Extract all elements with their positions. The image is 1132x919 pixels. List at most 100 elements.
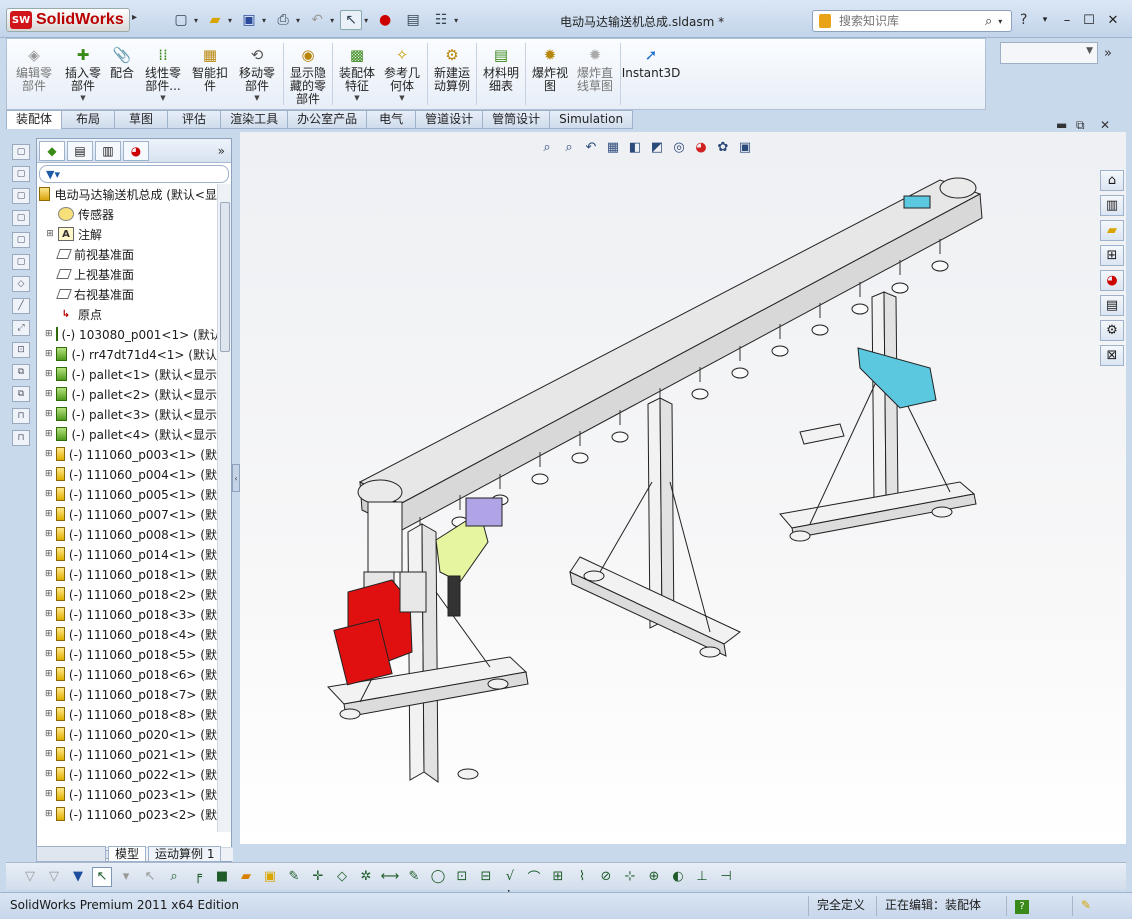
tree-item[interactable]: ⊞ (-) 111060_p004<1> (默	[37, 464, 217, 484]
expand-toggle-icon[interactable]: ⊞	[45, 469, 53, 479]
help-dropdown-icon[interactable]: ▾	[1036, 11, 1054, 29]
rebuild-traffic-light-icon[interactable]: ●	[374, 10, 396, 30]
filter-notes-icon[interactable]: ✎	[404, 867, 424, 887]
new-document-icon[interactable]: ▢	[170, 10, 192, 30]
configuration-manager-tab-icon[interactable]: ▥	[95, 140, 121, 161]
chevron-down-icon[interactable]: ▾	[296, 16, 300, 25]
chevron-down-icon[interactable]: ▼	[399, 92, 404, 105]
filter-dimensions-icon[interactable]: ⟷	[380, 867, 400, 887]
show-hidden-components-button[interactable]: ◉ 显示隐藏的零部件	[286, 39, 330, 109]
zoom-area-icon[interactable]: ⌕	[560, 138, 578, 156]
tab-model[interactable]: 模型	[108, 846, 147, 862]
tab-motion-study[interactable]: 运动算例 1	[148, 846, 222, 862]
tree-item[interactable]: ⊞ (-) 111060_p018<5> (默	[37, 644, 217, 664]
sketch-line-icon[interactable]: ╱	[12, 298, 30, 314]
tab-electrical[interactable]: 电气	[367, 110, 417, 129]
expand-toggle-icon[interactable]: ⊞	[45, 229, 55, 239]
mate-tool-icon[interactable]: ⊡	[12, 342, 30, 358]
tree-vertical-scrollbar[interactable]	[217, 184, 231, 832]
filter-axes-icon[interactable]: ✛	[308, 867, 328, 887]
expand-toggle-icon[interactable]: ⊞	[45, 669, 53, 679]
panel-splitter-icon[interactable]: ‹	[232, 464, 240, 492]
select-pointer-icon[interactable]: ↖	[340, 10, 363, 30]
search-input[interactable]	[839, 14, 979, 28]
copy-tool-icon[interactable]: ⧉	[12, 364, 30, 380]
scroll-thumb[interactable]	[220, 202, 230, 352]
expand-toggle-icon[interactable]: ⊞	[45, 789, 53, 799]
help-status-icon[interactable]: ?	[1006, 896, 1029, 916]
search-icon[interactable]: ⌕	[985, 14, 992, 29]
tab-nav-arrows[interactable]	[36, 846, 106, 862]
view-top-icon[interactable]: ▢	[12, 232, 30, 248]
tree-item[interactable]: ⊞ (-) 103080_p001<1> (默认	[37, 324, 217, 344]
chevron-down-icon[interactable]: ▾	[330, 16, 334, 25]
filter-vertices-icon[interactable]: ⌕	[164, 867, 184, 887]
tree-item[interactable]: ⊞ (-) 111060_p018<6> (默	[37, 664, 217, 684]
expand-toggle-icon[interactable]: ⊞	[45, 449, 53, 459]
tab-office-products[interactable]: 办公室产品	[288, 110, 368, 129]
file-properties-icon[interactable]: ▤	[402, 10, 424, 30]
solidworks-logo-menu[interactable]: SW SolidWorks	[6, 8, 130, 32]
explode-line-sketch-button[interactable]: ✹ 爆炸直线草图	[572, 39, 618, 109]
tab-sketch[interactable]: 草图	[115, 110, 169, 129]
expand-toggle-icon[interactable]: ⊞	[45, 709, 53, 719]
apply-scene-icon[interactable]: ✿	[714, 138, 732, 156]
filter-parts-icon[interactable]: ▰	[236, 867, 256, 887]
property-manager-tab-icon[interactable]: ▤	[67, 140, 93, 161]
tree-item[interactable]: ⊞ (-) 111060_p020<1> (默	[37, 724, 217, 744]
display-manager-tab-icon[interactable]: ◕	[123, 140, 149, 161]
tree-item[interactable]: ⊞ (-) pallet<4> (默认<显示	[37, 424, 217, 444]
filter-weld-icon[interactable]: ⌒	[524, 867, 544, 887]
panel-overflow-icon[interactable]: »	[218, 144, 225, 158]
view-settings-icon[interactable]: ▣	[736, 138, 754, 156]
minimize-icon[interactable]: –	[1058, 11, 1076, 29]
filter-clear-icon[interactable]: ▽	[44, 867, 64, 887]
toolbar-overflow-icon[interactable]: »	[1104, 46, 1112, 61]
expand-toggle-icon[interactable]: ⊞	[45, 409, 53, 419]
step-tool-icon[interactable]: ⊓	[12, 430, 30, 446]
select-other-icon[interactable]: ↖	[140, 867, 160, 887]
tree-item[interactable]: ⊞ (-) 111060_p003<1> (默	[37, 444, 217, 464]
chevron-down-icon[interactable]: ▾	[998, 17, 1002, 26]
view-bottom-icon[interactable]: ▢	[12, 254, 30, 270]
filter-center-mark-icon[interactable]: ⊕	[644, 867, 664, 887]
filter-toggle-icon[interactable]: ▽	[20, 867, 40, 887]
chevron-down-icon[interactable]: ▾	[364, 16, 368, 25]
feature-tree-tab-icon[interactable]: ◆	[39, 140, 65, 161]
expand-toggle-icon[interactable]: ⊞	[45, 489, 53, 499]
tree-item[interactable]: ⊞ (-) 111060_p018<8> (默	[37, 704, 217, 724]
zoom-to-fit-icon[interactable]: ⌕	[538, 138, 556, 156]
pattern-tool-icon[interactable]: ⧉	[12, 386, 30, 402]
filter-planes-icon[interactable]: ◇	[332, 867, 352, 887]
expand-toggle-icon[interactable]: ⊞	[45, 589, 53, 599]
display-style-icon[interactable]: ◩	[648, 138, 666, 156]
tree-item[interactable]: ↳ 原点	[37, 304, 217, 324]
design-library-icon[interactable]: ▥	[1100, 195, 1124, 216]
tree-item[interactable]: 右视基准面	[37, 284, 217, 304]
tree-item[interactable]: ⊞ (-) 111060_p023<2> (默	[37, 804, 217, 824]
hide-show-items-icon[interactable]: ◎	[670, 138, 688, 156]
tab-render-tools[interactable]: 渲染工具	[221, 110, 289, 129]
view-palette-icon[interactable]: ⊞	[1100, 245, 1124, 266]
chevron-down-icon[interactable]: ▾	[194, 16, 198, 25]
expand-toggle-icon[interactable]: ⊞	[45, 749, 53, 759]
filter-sketch-icon[interactable]: ✎	[284, 867, 304, 887]
chevron-down-icon[interactable]: ▼	[160, 92, 165, 105]
view-orientation-icon[interactable]: ◧	[626, 138, 644, 156]
expand-toggle-icon[interactable]: ⊞	[45, 569, 53, 579]
tree-item[interactable]: 前视基准面	[37, 244, 217, 264]
doc-minimize-icon[interactable]: ▬	[1056, 118, 1067, 132]
insert-component-button[interactable]: ✚ 插入零部件 ▼	[61, 39, 105, 109]
tree-item[interactable]: ⊞ (-) 111060_p005<1> (默	[37, 484, 217, 504]
expand-toggle-icon[interactable]: ⊞	[45, 549, 53, 559]
knowledge-search[interactable]: ⌕ ▾	[812, 10, 1012, 32]
tree-item[interactable]: ⊞ (-) pallet<3> (默认<显示	[37, 404, 217, 424]
home-icon[interactable]: ⌂	[1100, 170, 1124, 191]
assembly-feature-button[interactable]: ▩ 装配体特征 ▼	[335, 39, 379, 109]
maximize-icon[interactable]: ☐	[1080, 11, 1098, 29]
exploded-view-button[interactable]: ✹ 爆炸视图	[528, 39, 572, 109]
configuration-combo[interactable]: ▼	[1000, 42, 1098, 64]
expand-toggle-icon[interactable]: ⊞	[45, 369, 53, 379]
instant3d-button[interactable]: ➚ Instant3D	[622, 39, 681, 109]
tree-item[interactable]: ⊞ (-) 111060_p014<1> (默	[37, 544, 217, 564]
